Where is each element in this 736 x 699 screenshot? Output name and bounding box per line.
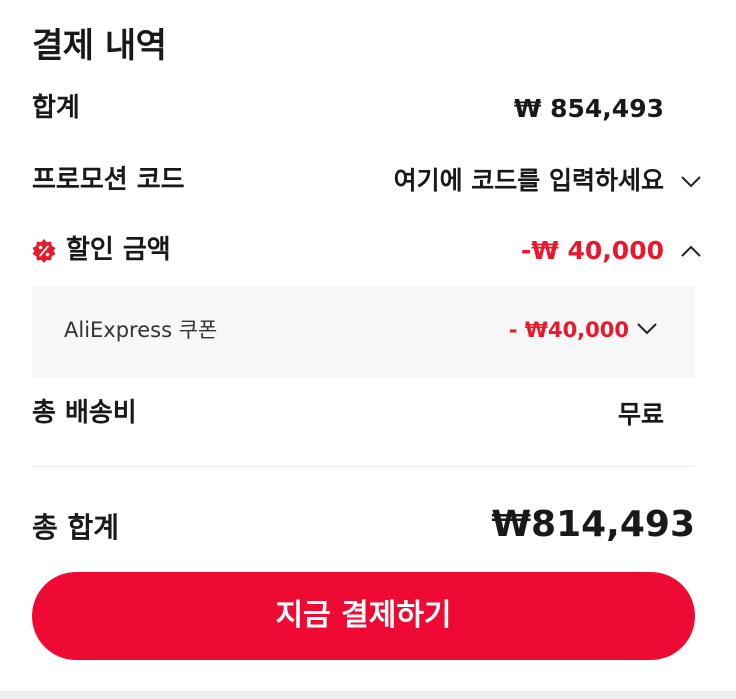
pay-now-button[interactable]: 지금 결제하기 <box>32 572 695 660</box>
discount-value: -₩ 40,000 <box>520 236 664 265</box>
coupon-name: AliExpress 쿠폰 <box>64 318 218 342</box>
promo-code-input[interactable]: 여기에 코드를 입력하세요 <box>394 164 664 198</box>
total-value: ₩814,493 <box>491 504 695 545</box>
chevron-down-icon[interactable] <box>636 317 658 339</box>
promo-code-label: 프로모션 코드 <box>32 165 185 195</box>
divider <box>32 466 695 467</box>
chevron-up-icon[interactable] <box>680 240 702 262</box>
subtotal-value: ₩ 854,493 <box>513 94 664 123</box>
shipping-value: 무료 <box>617 400 664 429</box>
subtotal-label: 합계 <box>32 93 80 123</box>
chevron-down-icon[interactable] <box>680 170 702 192</box>
summary-title: 결제 내역 <box>32 26 167 66</box>
coupon-detail-box: AliExpress 쿠폰 - ₩40,000 <box>32 286 695 378</box>
bottom-separator <box>0 691 736 699</box>
shipping-label: 총 배송비 <box>32 398 137 428</box>
total-label: 총 합계 <box>32 511 120 544</box>
percent-badge-icon <box>32 239 56 263</box>
discount-label: 할인 금액 <box>66 235 171 265</box>
coupon-amount: - ₩40,000 <box>508 318 629 342</box>
order-summary-panel: 결제 내역 합계 ₩ 854,493 프로모션 코드 여기에 코드를 입력하세요… <box>0 0 736 691</box>
